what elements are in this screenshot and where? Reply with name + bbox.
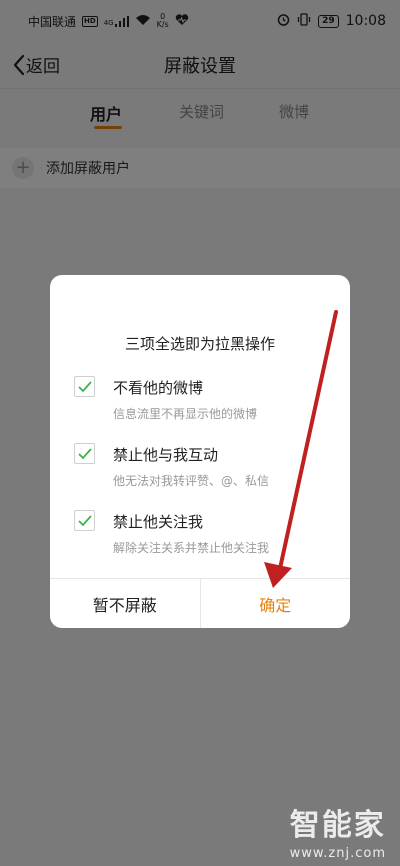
block-dialog: 三项全选即为拉黑操作 不看他的微博 信息流里不再显示他的微博 禁止他与我互动 他… [50, 275, 350, 628]
option-desc: 解除关注关系并禁止他关注我 [113, 541, 270, 555]
watermark: 智能家 www.znj.com [290, 800, 386, 861]
option-desc: 他无法对我转评赞、@、私信 [113, 474, 270, 488]
option-label: 禁止他与我互动 [113, 446, 219, 464]
checkbox-block-interaction[interactable] [74, 443, 95, 464]
dialog-title: 三项全选即为拉黑操作 [124, 335, 275, 353]
checkbox-hide-weibo[interactable] [74, 376, 95, 397]
checkmark-icon [78, 381, 92, 393]
dialog-button-row: 暂不屏蔽 确定 [50, 578, 350, 628]
option-label: 禁止他关注我 [113, 513, 204, 531]
watermark-url: www.znj.com [289, 846, 386, 861]
option-desc: 信息流里不再显示他的微博 [113, 407, 258, 421]
option-label: 不看他的微博 [113, 379, 204, 397]
cancel-button[interactable]: 暂不屏蔽 [50, 579, 201, 628]
checkbox-block-follow[interactable] [74, 510, 95, 531]
checkmark-icon [78, 515, 92, 527]
checkmark-icon [78, 448, 92, 460]
confirm-button[interactable]: 确定 [201, 579, 351, 628]
watermark-logo: 智能家 [289, 808, 386, 843]
